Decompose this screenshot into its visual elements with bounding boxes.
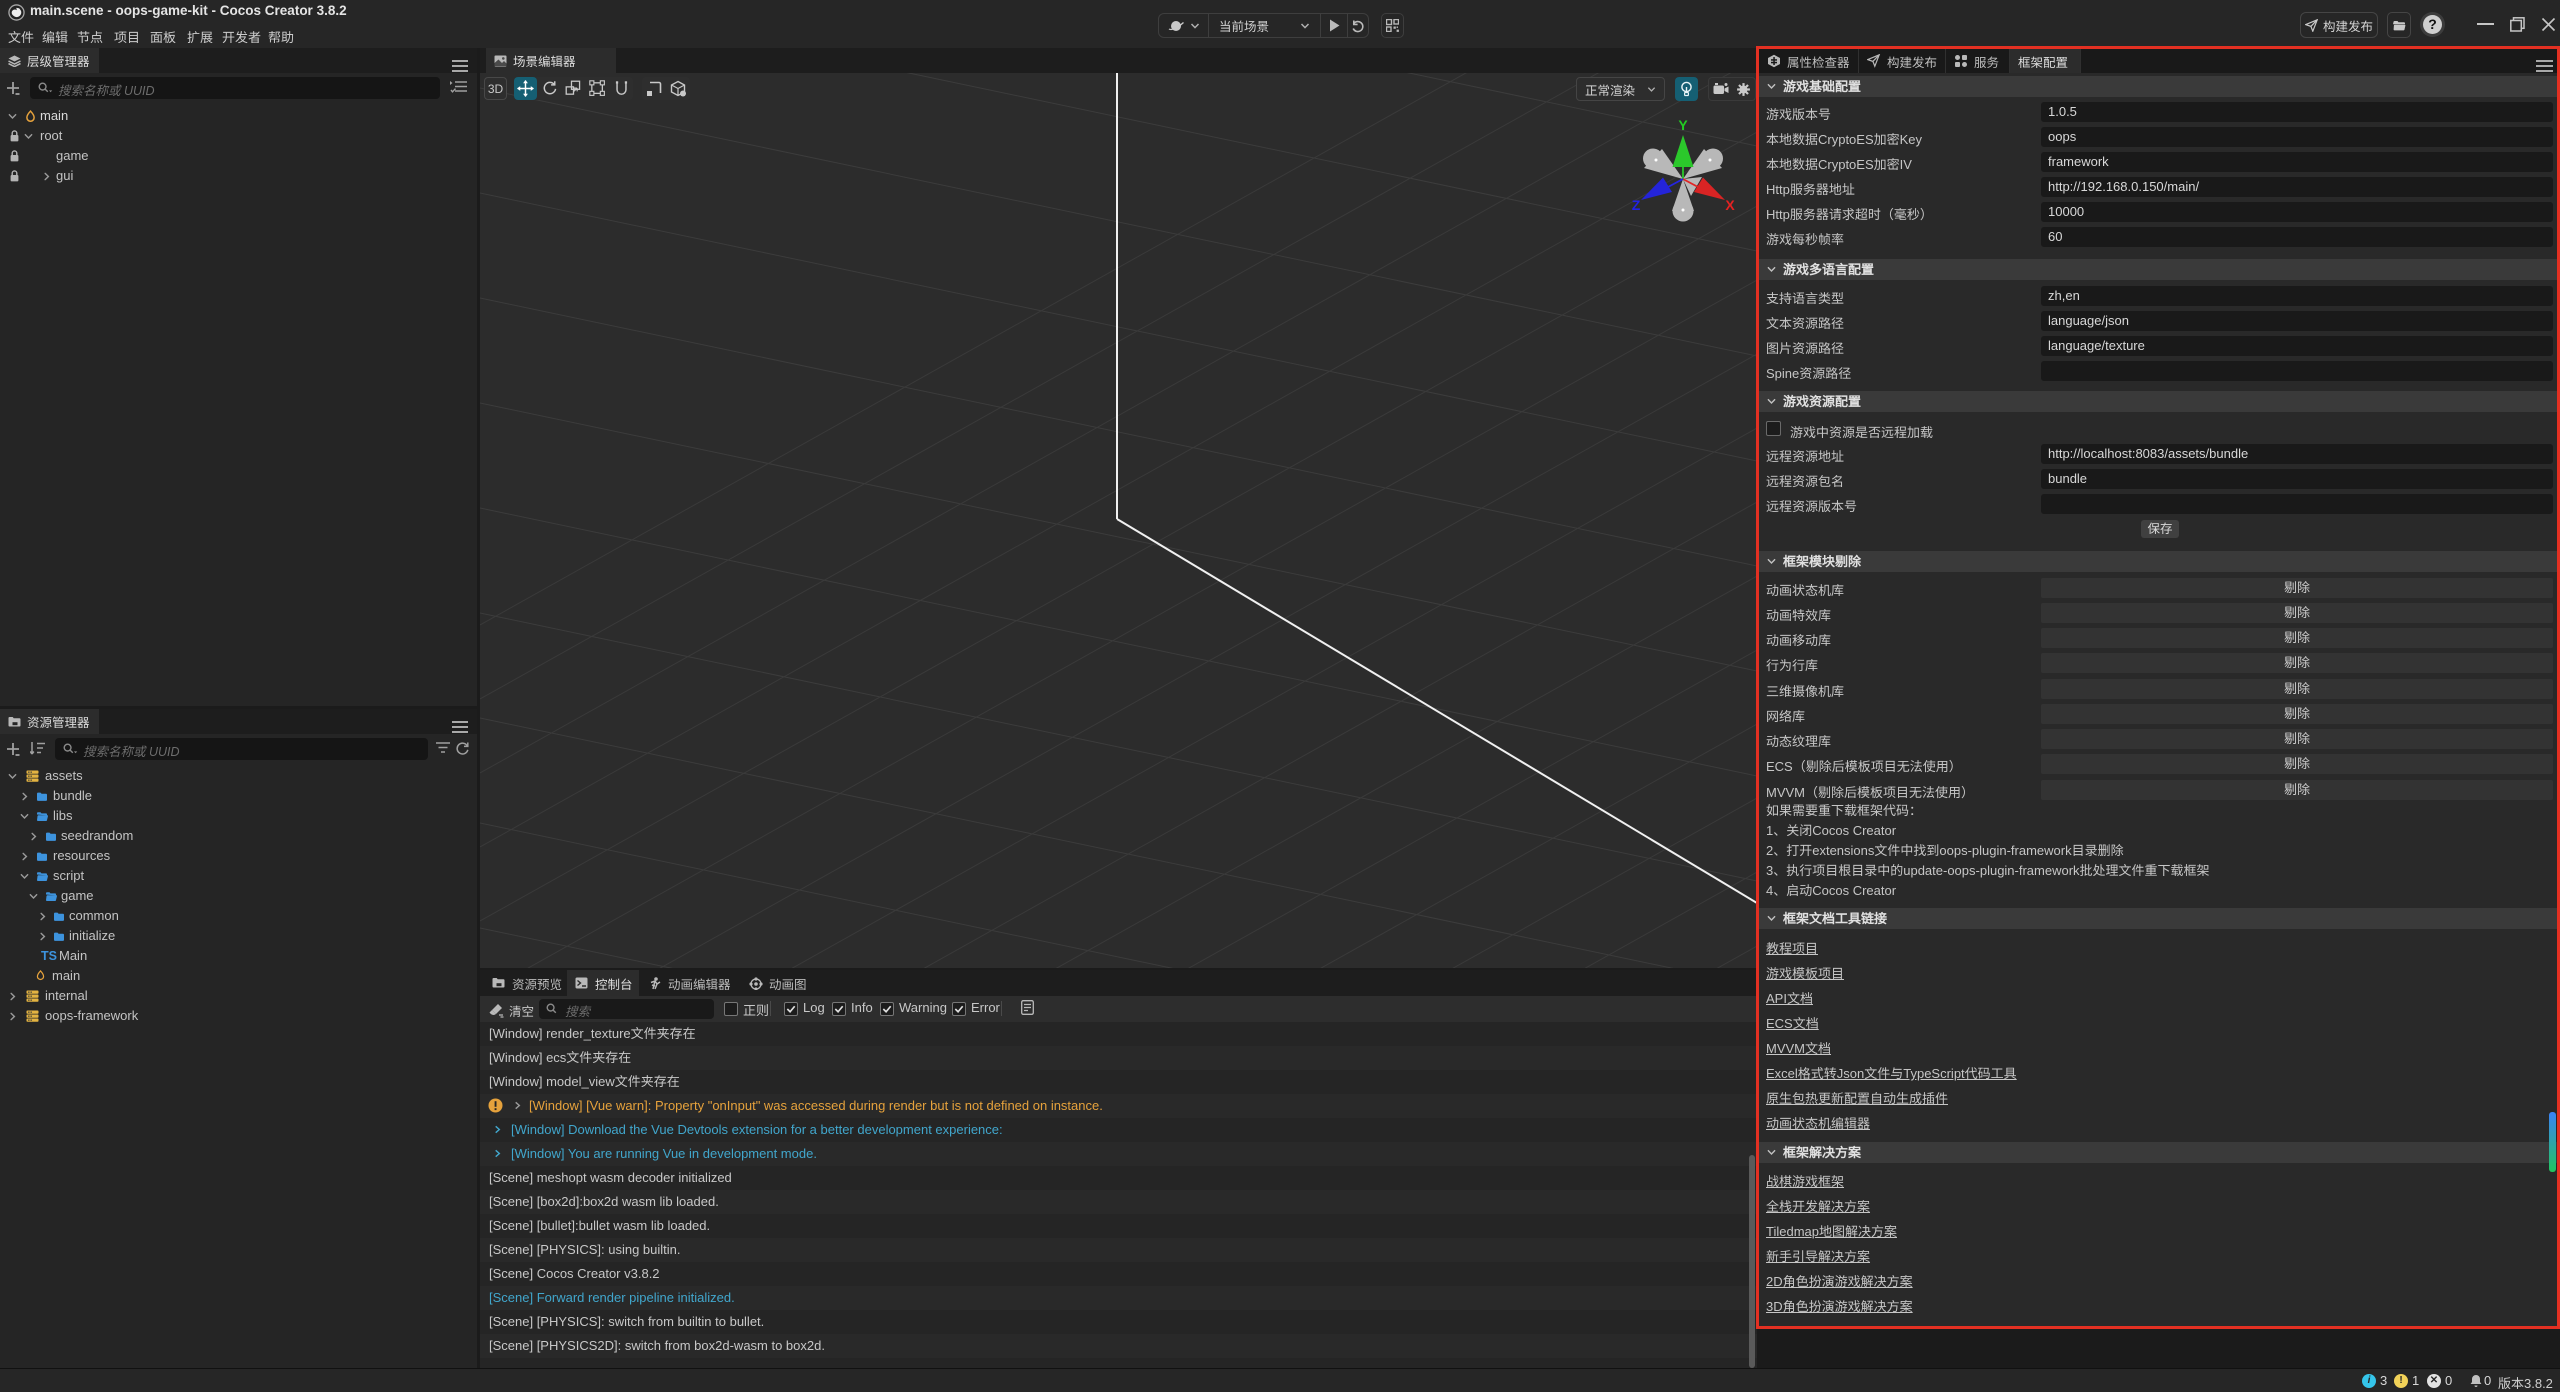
svg-text:X: X bbox=[1725, 197, 1735, 213]
svg-text:Y: Y bbox=[1678, 117, 1688, 133]
svg-text:Z: Z bbox=[1632, 197, 1641, 213]
